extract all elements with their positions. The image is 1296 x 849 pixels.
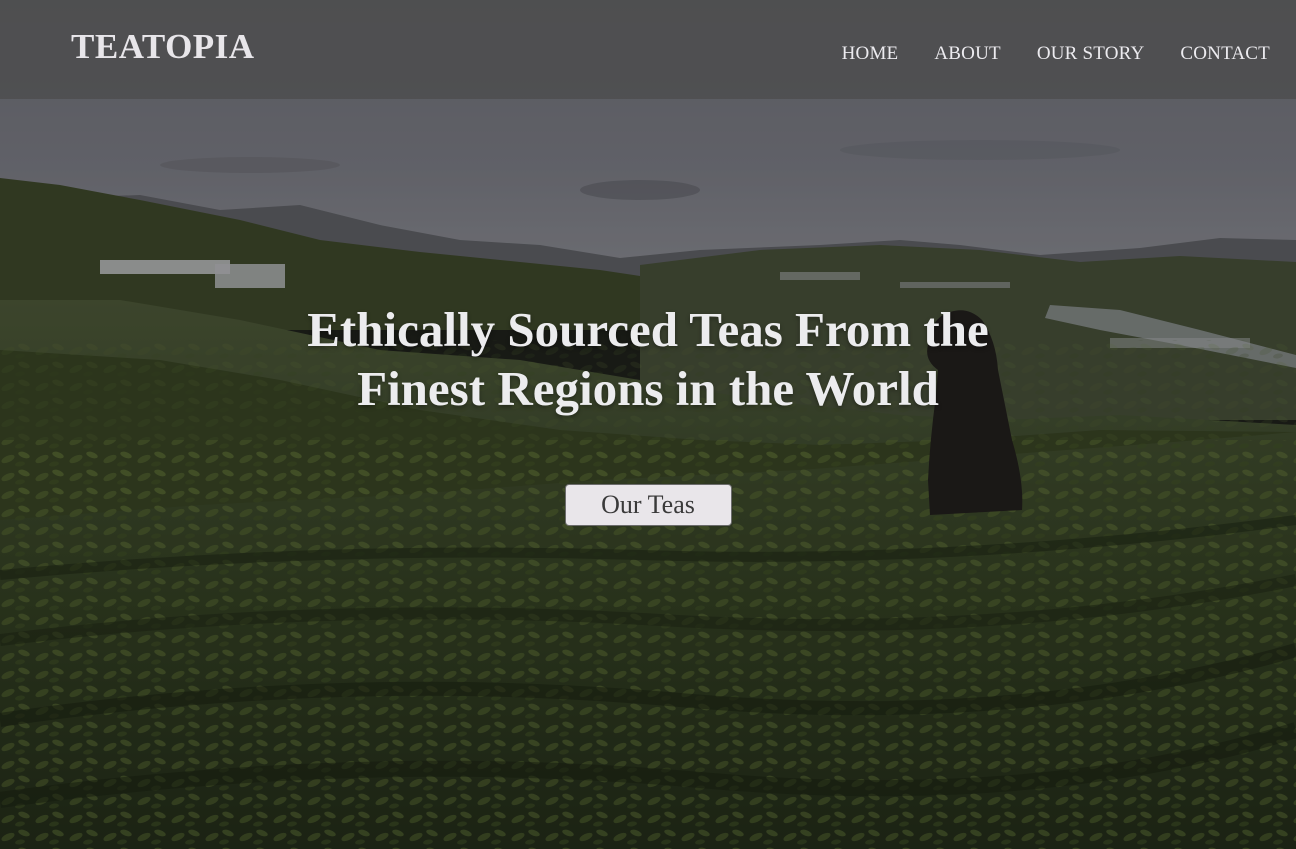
hero-section: Ethically Sourced Teas From the Finest R… — [0, 300, 1296, 526]
nav-contact-link[interactable]: CONTACT — [1180, 43, 1270, 65]
main-nav: HOME ABOUT OUR STORY CONTACT — [842, 43, 1270, 65]
nav-home-link[interactable]: HOME — [842, 43, 899, 65]
hero-title: Ethically Sourced Teas From the Finest R… — [307, 302, 989, 416]
nav-our-story-link[interactable]: OUR STORY — [1037, 43, 1145, 65]
landing-page: TEATOPIA HOME ABOUT OUR STORY CONTACT Et… — [0, 0, 1296, 849]
site-header: TEATOPIA HOME ABOUT OUR STORY CONTACT — [0, 0, 1296, 99]
our-teas-button[interactable]: Our Teas — [564, 484, 732, 526]
nav-about-link[interactable]: ABOUT — [934, 43, 1000, 65]
brand-logo[interactable]: TEATOPIA — [71, 27, 255, 67]
